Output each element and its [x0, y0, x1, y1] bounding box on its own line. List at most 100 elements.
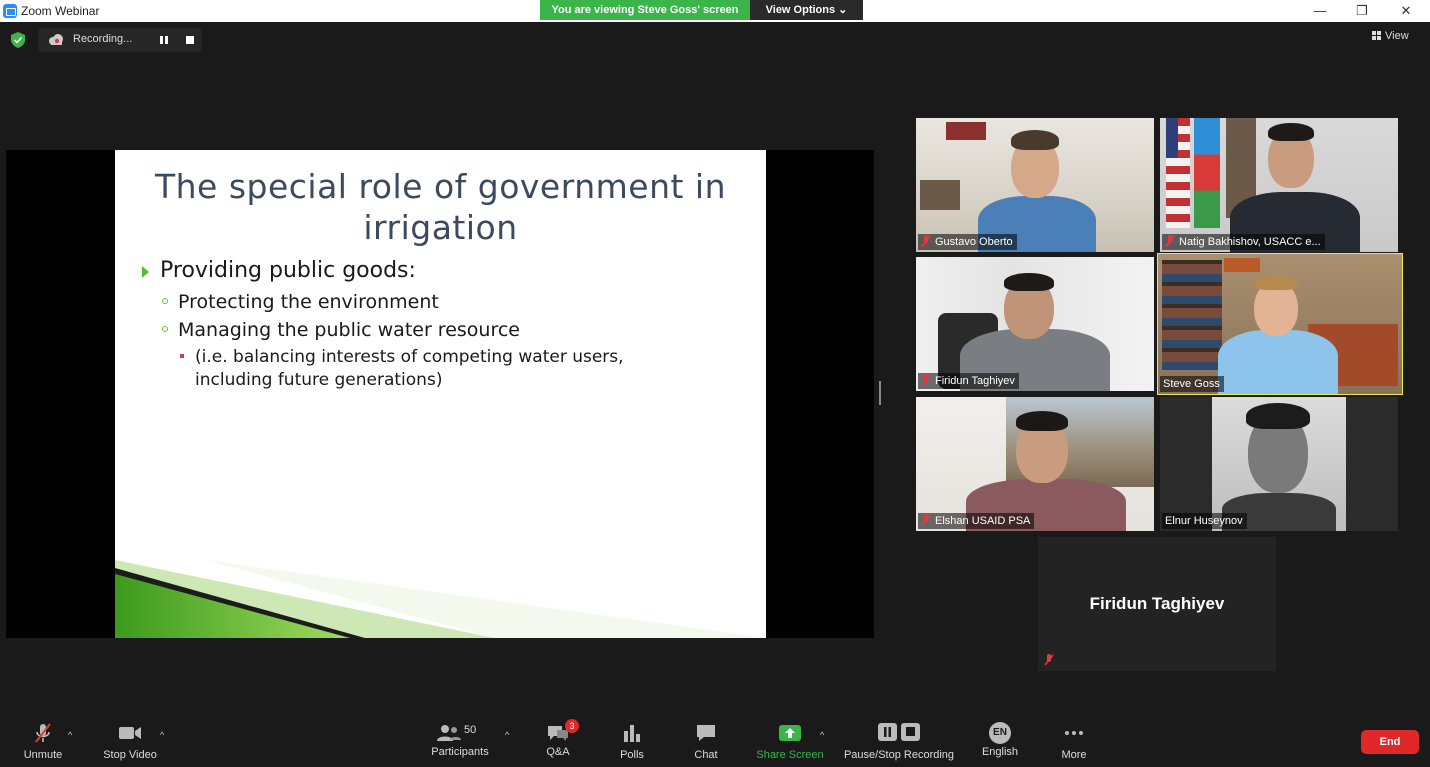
share-options-chevron-icon[interactable]: ^ [820, 730, 828, 740]
shelf-items [920, 180, 960, 210]
person-hair [1254, 276, 1298, 290]
sub-bullet-circle-icon [162, 326, 168, 332]
pause-stop-recording-icon [878, 723, 920, 741]
participant-name: Elnur Huseynov [1165, 515, 1243, 527]
minimize-button[interactable]: — [1305, 2, 1335, 20]
participants-count: 50 [464, 724, 477, 736]
view-options-button[interactable]: View Options ⌄ [750, 0, 863, 20]
polls-button[interactable]: Polls [614, 712, 650, 767]
participants-options-chevron-icon[interactable]: ^ [505, 730, 513, 740]
participant-name: Firidun Taghiyev [935, 375, 1015, 387]
slide-decoration-swoosh [115, 560, 766, 638]
view-layout-button[interactable]: View [1372, 30, 1409, 46]
share-screen-arrow-icon [779, 725, 801, 741]
participant-name: Natig Bakhishov, USACC e... [1179, 236, 1321, 248]
unmute-label: Unmute [23, 749, 63, 761]
share-screen-label: Share Screen [756, 749, 824, 761]
video-tile-steve-active-speaker[interactable]: Steve Goss [1157, 253, 1403, 395]
azerbaijan-flag [1194, 118, 1220, 228]
slide-title-line-1: The special role of government in [154, 167, 727, 206]
polls-bar-chart-icon [624, 725, 640, 742]
video-camera-icon [119, 727, 141, 739]
people-icon [437, 725, 461, 741]
presentation-slide: The special role of government in irriga… [115, 150, 766, 638]
zoom-logo-icon [3, 4, 17, 18]
mic-muted-icon [1044, 654, 1054, 666]
cloud-recording-icon [49, 34, 63, 45]
video-tile-natig[interactable]: Natig Bakhishov, USACC e... [1160, 118, 1398, 252]
bullet-arrow-icon [142, 266, 149, 278]
pause-stop-recording-label: Pause/Stop Recording [843, 749, 955, 761]
chat-bubble-icon [697, 725, 715, 741]
slide-bullet-1: Providing public goods: [160, 258, 416, 283]
pause-recording-icon[interactable] [160, 36, 168, 44]
audio-options-chevron-icon[interactable]: ^ [68, 730, 76, 740]
recording-label: Recording... [73, 33, 133, 45]
person-hair [1268, 123, 1314, 141]
pause-stop-recording-button[interactable]: Pause/Stop Recording [840, 712, 958, 767]
video-tile-gustavo[interactable]: Gustavo Oberto [916, 118, 1154, 252]
person-hair [1004, 273, 1054, 291]
bookshelf [1162, 260, 1222, 370]
grid-icon [1372, 31, 1381, 40]
slide-title-line-2: irrigation [363, 208, 518, 247]
mic-muted-icon [1165, 235, 1175, 247]
mic-muted-icon [921, 514, 931, 526]
video-tile-elshan[interactable]: Elshan USAID PSA [916, 397, 1154, 531]
viewing-screen-banner: You are viewing Steve Goss' screen [540, 0, 750, 20]
video-options-chevron-icon[interactable]: ^ [160, 730, 168, 740]
unmute-button[interactable]: Unmute [16, 712, 70, 767]
mic-muted-icon [921, 235, 931, 247]
meeting-toolbar: Unmute ^ Stop Video ^ 50 Participants ^ [0, 712, 1430, 767]
person-hair [1246, 403, 1310, 429]
title-bar: Zoom Webinar You are viewing Steve Goss'… [0, 0, 1430, 22]
share-screen-button[interactable]: Share Screen [754, 712, 826, 767]
microphone-muted-icon [35, 723, 51, 743]
participant-nameplate: Elnur Huseynov [1162, 513, 1247, 529]
security-shield-icon[interactable] [11, 32, 25, 48]
participant-name: Elshan USAID PSA [935, 515, 1031, 527]
stop-recording-icon[interactable] [186, 36, 194, 44]
person-hair [1011, 130, 1059, 150]
polls-label: Polls [620, 749, 644, 761]
qa-notification-badge: 3 [565, 719, 579, 733]
participants-icon-group: 50 [436, 722, 484, 744]
sub-sub-bullet-square-icon [180, 354, 184, 358]
chat-button[interactable]: Chat [688, 712, 724, 767]
participant-nameplate: Elshan USAID PSA [918, 513, 1035, 529]
slide-bullet-3: Managing the public water resource [178, 319, 520, 341]
qa-label: Q&A [546, 746, 570, 758]
qa-button[interactable]: 3 Q&A [540, 712, 579, 767]
slide-bullet-4: (i.e. balancing interests of competing w… [195, 347, 624, 390]
slide-title: The special role of government in irriga… [115, 166, 766, 248]
us-flag-canton [1166, 118, 1178, 158]
end-meeting-button[interactable]: End [1361, 730, 1419, 754]
language-code: EN [993, 727, 1007, 738]
person-body [1218, 330, 1338, 394]
participant-nameplate: Gustavo Oberto [918, 234, 1017, 250]
chat-label: Chat [694, 749, 718, 761]
bookshelf [946, 122, 986, 140]
more-ellipsis-icon [1065, 731, 1083, 735]
wall-art [1224, 258, 1260, 272]
panel-resize-handle[interactable] [879, 381, 881, 405]
more-button[interactable]: More [1056, 712, 1092, 767]
language-label: English [981, 746, 1019, 758]
view-label: View [1385, 30, 1409, 42]
participant-nameplate: Steve Goss [1160, 376, 1224, 392]
participants-button[interactable]: 50 Participants [426, 712, 494, 767]
video-off-tile[interactable]: Firidun Taghiyev [1038, 537, 1276, 671]
language-interpretation-button[interactable]: EN English [978, 712, 1022, 767]
more-label: More [1061, 749, 1087, 761]
video-tile-elnur[interactable]: Elnur Huseynov [1160, 397, 1398, 531]
restore-button[interactable]: ❐ [1347, 2, 1377, 20]
stop-video-button[interactable]: Stop Video [98, 712, 162, 767]
recording-indicator: Recording... [38, 28, 202, 52]
mic-muted-icon [921, 374, 931, 386]
video-tile-firidun[interactable]: Firidun Taghiyev [916, 257, 1154, 391]
participant-name: Gustavo Oberto [935, 236, 1013, 248]
person-hair [1016, 411, 1068, 431]
close-button[interactable]: ✕ [1391, 2, 1421, 20]
participant-display-name: Firidun Taghiyev [1089, 594, 1225, 613]
sub-bullet-circle-icon [162, 298, 168, 304]
